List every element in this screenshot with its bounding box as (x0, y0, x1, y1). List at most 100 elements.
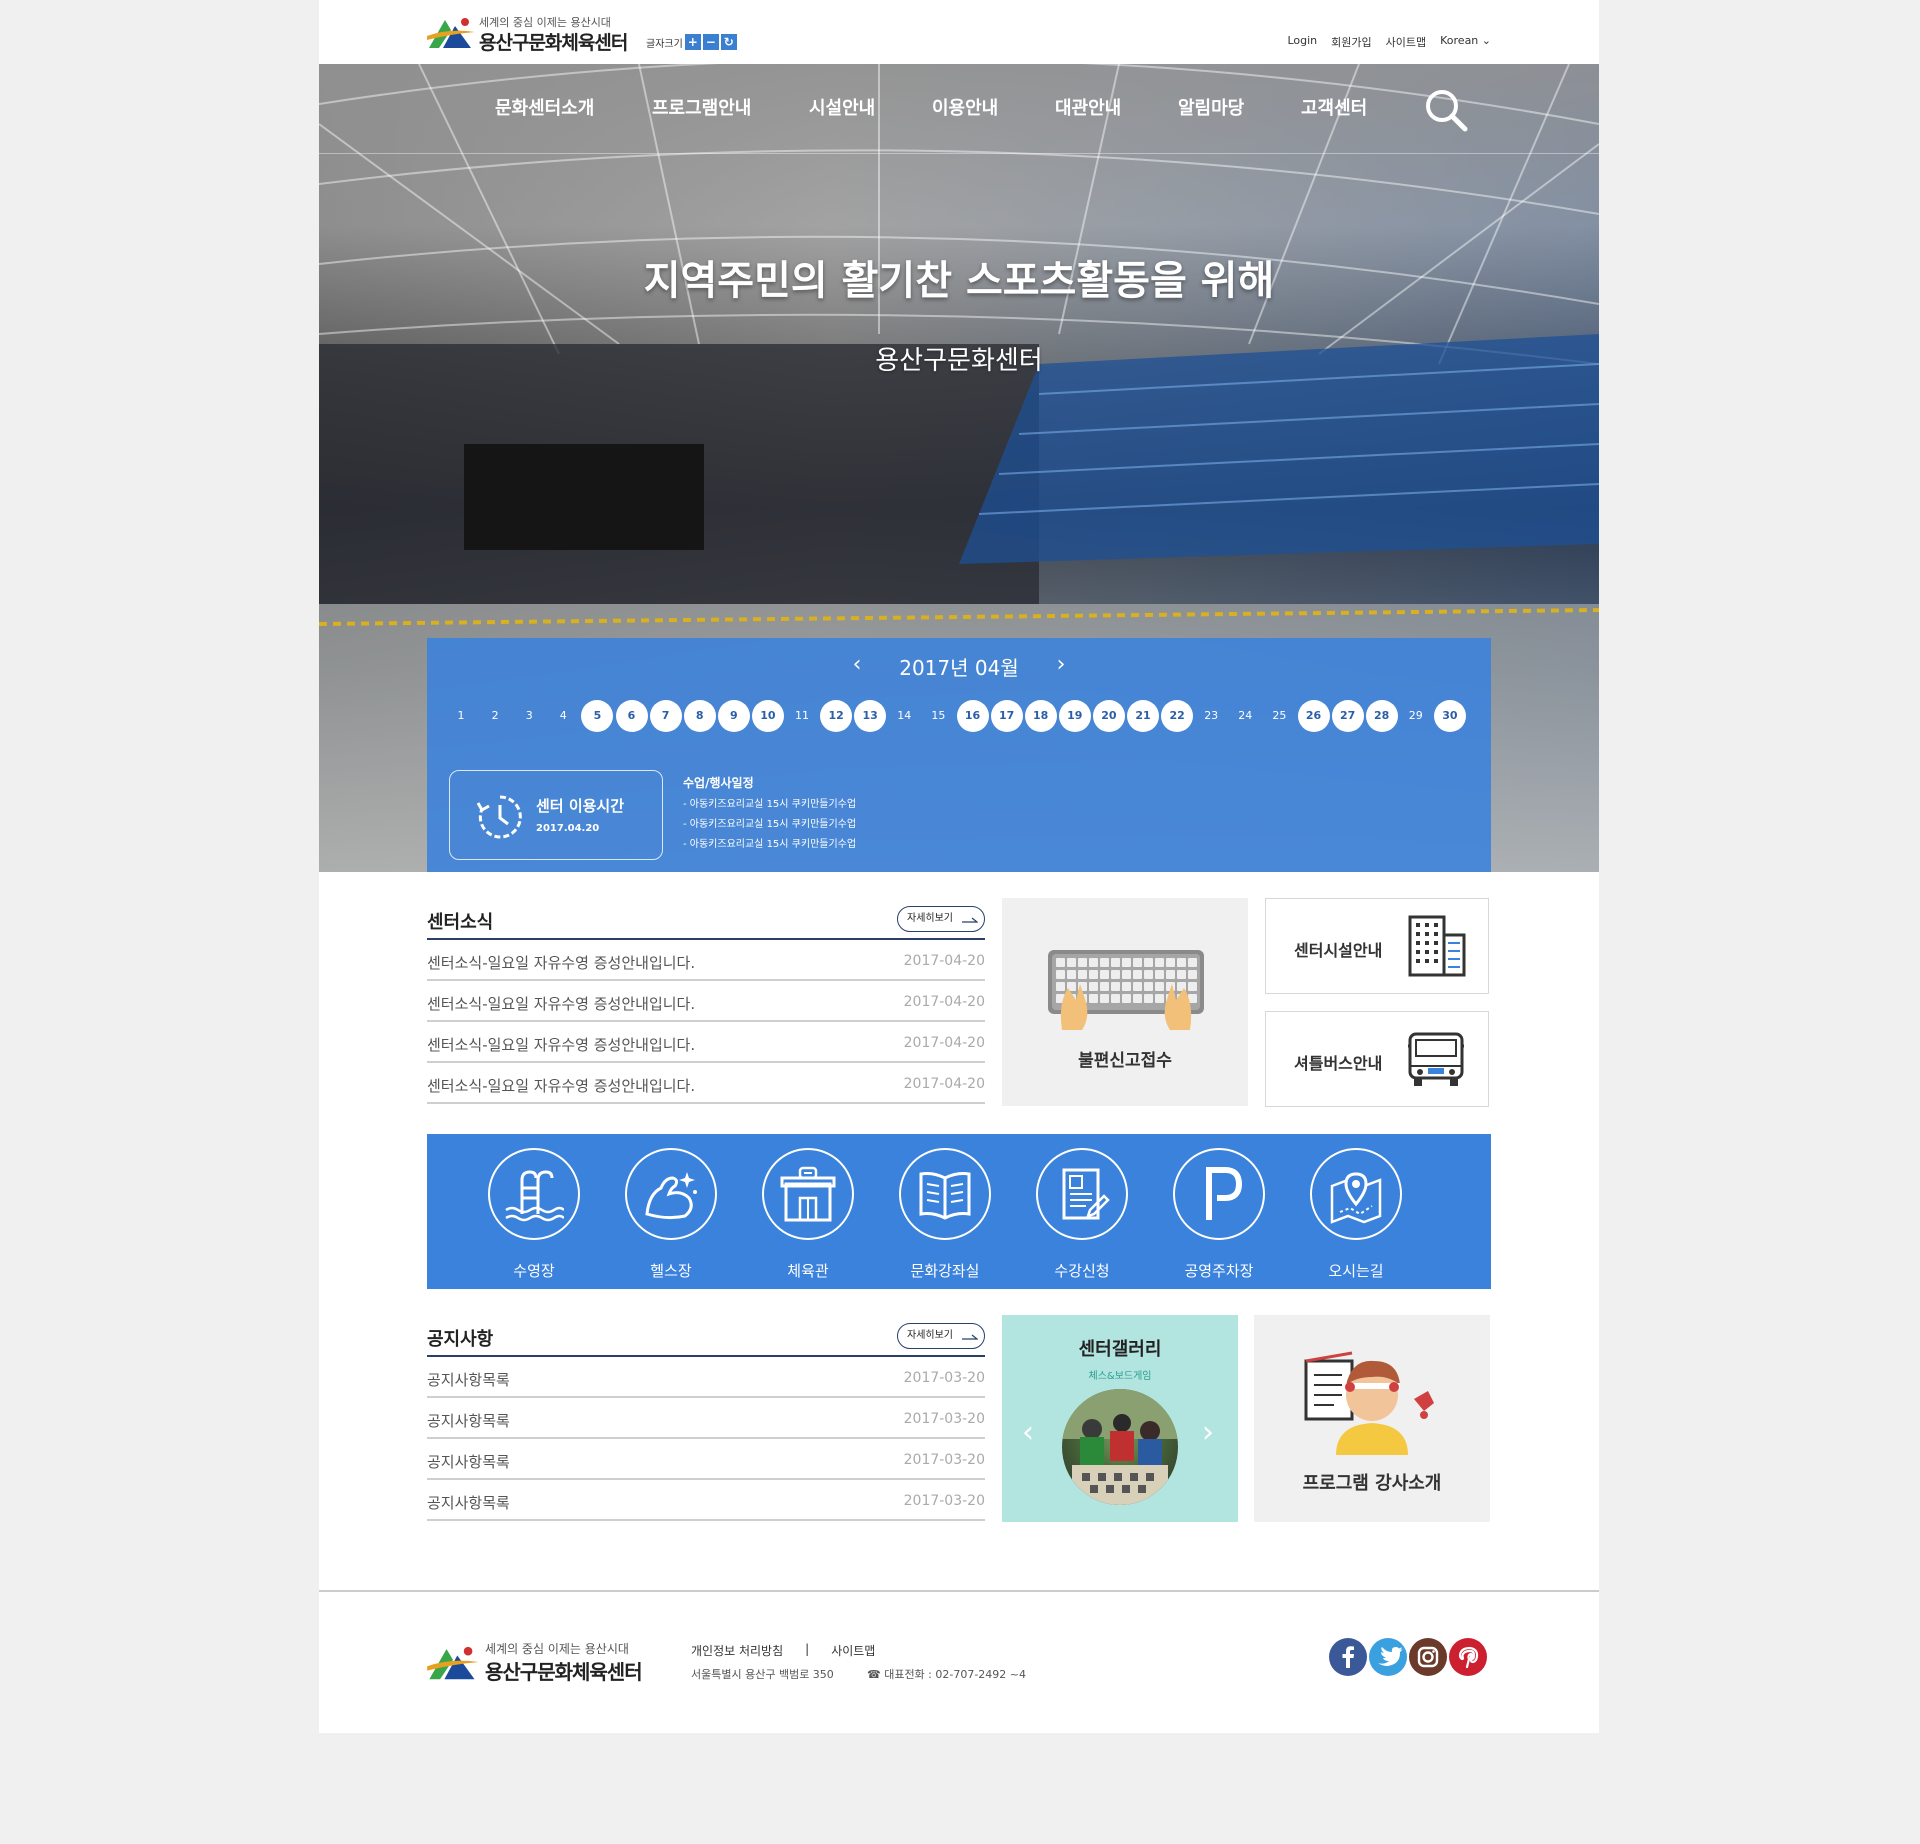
arrow-right-icon (962, 917, 978, 923)
language-select[interactable]: Korean ⌄ (1440, 34, 1491, 50)
font-decrease-button[interactable]: − (702, 34, 719, 50)
pinterest-icon[interactable] (1449, 1638, 1487, 1676)
calendar-day[interactable]: 11 (786, 700, 818, 732)
calendar-day[interactable]: 1 (445, 700, 477, 732)
calendar-day[interactable]: 29 (1400, 700, 1432, 732)
gallery-subtitle: 체스&보드게임 (1088, 1371, 1152, 1382)
privacy-policy-link[interactable]: 개인정보 처리방침 (691, 1642, 783, 1659)
shuttle-bus-button[interactable]: 셔틀버스안내 (1265, 1011, 1489, 1107)
schedule-item[interactable]: - 아동키즈요리교실 15시 쿠키만들기수업 (683, 795, 856, 815)
news-text: 센터소식-일요일 자유수영 증성안내입니다. (427, 954, 696, 972)
facility-quick-menu: 수영장 헬스장 체육관 문화강좌실 수강신청 공영주차장 오시는길 (427, 1134, 1491, 1289)
nav-item-about[interactable]: 문화센터소개 (495, 94, 594, 120)
news-row[interactable]: 센터소식-일요일 자유수영 증성안내입니다. 2017-04-20 (427, 1063, 985, 1104)
calendar-day[interactable]: 2 (479, 700, 511, 732)
login-link[interactable]: Login (1287, 34, 1317, 50)
calendar-day[interactable]: 18 (1024, 700, 1057, 732)
notice-title: 공지사항 (427, 1329, 494, 1350)
calendar-day[interactable]: 7 (649, 700, 682, 732)
nav-item-facilities[interactable]: 시설안내 (809, 94, 875, 120)
twitter-icon[interactable] (1369, 1638, 1407, 1676)
instructor-intro-button[interactable]: 프로그램 강사소개 (1254, 1315, 1490, 1522)
footer-logo[interactable]: 세계의 중심 이제는 용산시대 용산구문화체육센터 (425, 1638, 665, 1684)
nav-item-programs[interactable]: 프로그램안내 (652, 94, 751, 120)
nav-item-customer-center[interactable]: 고객센터 (1301, 94, 1367, 120)
calendar-day[interactable]: 15 (922, 700, 954, 732)
nav-item-usage[interactable]: 이용안내 (932, 94, 998, 120)
notice-text: 공지사항목록 (427, 1453, 510, 1471)
join-link[interactable]: 회원가입 (1331, 34, 1371, 50)
center-hours-title: 센터 이용시간 (536, 797, 625, 815)
notice-more-button[interactable]: 자세히보기 (897, 1323, 985, 1349)
news-row[interactable]: 센터소식-일요일 자유수영 증성안내입니다. 2017-04-20 (427, 940, 985, 981)
notice-row[interactable]: 공지사항목록 2017-03-20 (427, 1398, 985, 1439)
news-row[interactable]: 센터소식-일요일 자유수영 증성안내입니다. 2017-04-20 (427, 1022, 985, 1063)
calendar-day[interactable]: 12 (820, 700, 853, 732)
hero-banner: 문화센터소개 프로그램안내 시설안내 이용안내 대관안내 알림마당 고객센터 지… (319, 64, 1599, 872)
calendar-day[interactable]: 22 (1161, 700, 1194, 732)
footer-sitemap-link[interactable]: 사이트맵 (831, 1642, 875, 1659)
calendar-day[interactable]: 14 (888, 700, 920, 732)
facility-label: 오시는길 (1328, 1262, 1384, 1280)
calendar-day[interactable]: 19 (1058, 700, 1091, 732)
news-row[interactable]: 센터소식-일요일 자유수영 증성안내입니다. 2017-04-20 (427, 981, 985, 1022)
search-icon[interactable] (1424, 88, 1468, 132)
calendar-day[interactable]: 21 (1127, 700, 1159, 732)
calendar-day[interactable]: 30 (1433, 700, 1466, 732)
center-hours-button[interactable]: 센터 이용시간 2017.04.20 (449, 770, 663, 860)
calendar-day[interactable]: 4 (547, 700, 579, 732)
calendar-day[interactable]: 16 (956, 700, 989, 732)
calendar-day[interactable]: 27 (1331, 700, 1364, 732)
news-text: 센터소식-일요일 자유수영 증성안내입니다. (427, 995, 696, 1013)
notice-row[interactable]: 공지사항목록 2017-03-20 (427, 1439, 985, 1480)
calendar-day[interactable]: 23 (1195, 700, 1227, 732)
keyboard-icon (1048, 950, 1204, 1030)
calendar-day[interactable]: 28 (1365, 700, 1398, 732)
calendar-days: 1 2 3 4 5 6 7 8 9 10 11 12 13 14 15 16 17 18 19 20 21 22 23 24 2… (445, 700, 1475, 732)
site-logo[interactable]: 세계의 중심 이제는 용산시대 용산구문화체육센터 (425, 12, 635, 54)
calendar-day[interactable]: 8 (683, 700, 716, 732)
news-date: 2017-04-20 (903, 1076, 985, 1092)
news-date: 2017-04-20 (903, 1035, 985, 1051)
schedule-item[interactable]: - 아동키즈요리교실 15시 쿠키만들기수업 (683, 815, 856, 835)
facebook-icon[interactable] (1329, 1638, 1367, 1676)
parking-icon (1173, 1148, 1265, 1240)
calendar-day[interactable]: 9 (717, 700, 750, 732)
nav-item-rental[interactable]: 대관안내 (1055, 94, 1121, 120)
calendar-day[interactable]: 20 (1092, 700, 1125, 732)
font-increase-button[interactable]: + (684, 34, 701, 50)
calendar-day[interactable]: 24 (1229, 700, 1261, 732)
calendar-day[interactable]: 5 (581, 700, 614, 732)
gallery-prev-button[interactable]: ‹ (1022, 1415, 1034, 1450)
calendar-day[interactable]: 6 (615, 700, 648, 732)
more-label: 자세히보기 (907, 1330, 953, 1341)
calendar-day[interactable]: 13 (854, 700, 887, 732)
gallery-photo[interactable] (1062, 1389, 1178, 1505)
news-more-button[interactable]: 자세히보기 (897, 906, 985, 932)
instagram-icon[interactable] (1409, 1638, 1447, 1676)
news-text: 센터소식-일요일 자유수영 증성안내입니다. (427, 1077, 696, 1095)
calendar-day[interactable]: 26 (1297, 700, 1330, 732)
notice-date: 2017-03-20 (903, 1370, 985, 1386)
calendar-day[interactable]: 25 (1263, 700, 1295, 732)
calendar-day[interactable]: 10 (751, 700, 784, 732)
nav-item-notices[interactable]: 알림마당 (1178, 94, 1244, 120)
font-reset-button[interactable]: ↻ (720, 34, 737, 50)
notice-row[interactable]: 공지사항목록 2017-03-20 (427, 1480, 985, 1521)
gallery-photo-image (1062, 1389, 1178, 1505)
calendar-day[interactable]: 17 (990, 700, 1023, 732)
complaint-report-button[interactable]: 불편신고접수 (1002, 898, 1248, 1106)
facility-guide-button[interactable]: 센터시설안내 (1265, 898, 1489, 994)
news-text: 센터소식-일요일 자유수영 증성안내입니다. (427, 1036, 696, 1054)
gallery-title: 센터갤러리 (1078, 1339, 1162, 1360)
next-month-button[interactable]: › (1051, 652, 1071, 677)
gallery-next-button[interactable]: › (1202, 1415, 1214, 1450)
facility-guide-label: 센터시설안내 (1294, 941, 1383, 960)
notice-row[interactable]: 공지사항목록 2017-03-20 (427, 1357, 985, 1398)
sitemap-link[interactable]: 사이트맵 (1386, 34, 1426, 50)
muscle-arm-icon (625, 1148, 717, 1240)
calendar-day[interactable]: 3 (513, 700, 545, 732)
hero-subtitle: 용산구문화센터 (875, 346, 1043, 376)
footer-logo-name: 용산구문화체육센터 (485, 1660, 643, 1684)
schedule-item[interactable]: - 아동키즈요리교실 15시 쿠키만들기수업 (683, 835, 856, 855)
